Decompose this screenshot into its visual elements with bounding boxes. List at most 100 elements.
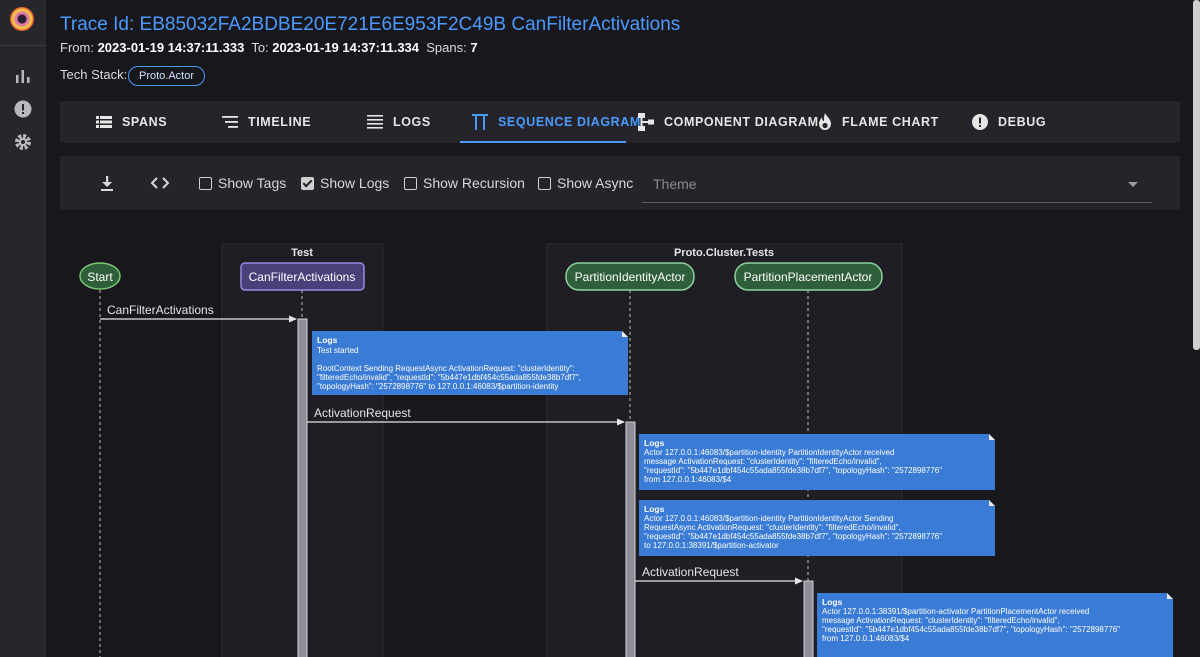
tab-sequence-diagram[interactable]: SEQUENCE DIAGRAM xyxy=(472,101,641,143)
note-line: to 127.0.0.1:38391/$partition-activator xyxy=(644,541,779,550)
checkbox-box xyxy=(538,176,551,190)
activation-bar xyxy=(625,421,636,657)
tab-logs[interactable]: LOGS xyxy=(367,101,431,143)
show-async-checkbox[interactable]: Show Async xyxy=(538,175,633,191)
participant-partitionplacementactor[interactable]: PartitionPlacementActor xyxy=(734,262,883,291)
note-line: "topologyHash": "2572898776" to 127.0.0.… xyxy=(317,382,558,391)
tab-bar: SPANS TIMELINE LOGS SEQUENCE DIAGRAM COM… xyxy=(60,101,1180,143)
checkbox-label: Show Tags xyxy=(218,175,287,191)
show-logs-checkbox[interactable]: Show Logs xyxy=(301,175,389,191)
tab-component-diagram[interactable]: COMPONENT DIAGRAM xyxy=(638,101,819,143)
participant-label: PartitionIdentityActor xyxy=(575,270,686,284)
show-tags-checkbox[interactable]: Show Tags xyxy=(199,175,286,191)
theme-placeholder: Theme xyxy=(653,176,697,192)
group-label: Test xyxy=(291,247,313,259)
show-recursion-checkbox[interactable]: Show Recursion xyxy=(404,175,525,191)
chevron-down-icon xyxy=(1128,182,1138,187)
note-line: "requestId": "5b447e1dbf454c55ada855fde3… xyxy=(644,466,942,475)
tab-label: SPANS xyxy=(122,115,168,129)
log-note: Logs Test started RootContext Sending Re… xyxy=(312,331,628,395)
tab-flame-chart[interactable]: FLAME CHART xyxy=(818,101,939,143)
download-icon[interactable] xyxy=(96,172,118,194)
log-note: Logs Actor 127.0.0.1:46083/$partition-id… xyxy=(639,434,995,490)
to-value: 2023-01-19 14:37:11.334 xyxy=(272,40,420,55)
message-label: ActivationRequest xyxy=(642,565,739,579)
tech-stack-label: Tech Stack: xyxy=(60,67,128,82)
spans-label: Spans: xyxy=(426,40,467,55)
tab-label: FLAME CHART xyxy=(842,115,939,129)
logs-icon xyxy=(367,115,383,129)
list-icon xyxy=(96,116,112,128)
note-title: Logs xyxy=(644,504,665,514)
participant-partitionidentityactor[interactable]: PartitionIdentityActor xyxy=(565,262,695,291)
log-note: Logs Actor 127.0.0.1:38391/$partition-ac… xyxy=(817,593,1173,657)
participant-start[interactable]: Start xyxy=(79,262,121,290)
checkbox-label: Show Logs xyxy=(320,175,390,191)
debug-alert-icon xyxy=(972,114,988,130)
sequence-diagram: Test Proto.Cluster.Tests Start CanFilter… xyxy=(79,243,1173,657)
tab-label: COMPONENT DIAGRAM xyxy=(664,115,819,129)
tab-label: LOGS xyxy=(393,115,431,129)
checkbox-label: Show Recursion xyxy=(423,175,525,191)
note-line: from 127.0.0.1:46083/$4 xyxy=(822,634,910,643)
note-title: Logs xyxy=(317,335,338,345)
tech-stack-chip[interactable]: Proto.Actor xyxy=(128,66,206,86)
note-line: Actor 127.0.0.1:46083/$partition-identit… xyxy=(644,448,894,457)
note-line: "requestId": "5b447e1dbf454c55ada855fde3… xyxy=(822,625,1120,634)
to-label: To: xyxy=(251,40,269,55)
from-value: 2023-01-19 14:37:11.333 xyxy=(97,40,245,55)
note-line: Actor 127.0.0.1:38391/$partition-activat… xyxy=(822,607,1089,616)
tab-label: SEQUENCE DIAGRAM xyxy=(498,115,641,129)
charts-icon[interactable] xyxy=(13,66,33,86)
participant-label: Start xyxy=(87,270,113,284)
note-line: Test started xyxy=(317,346,358,355)
alert-icon[interactable] xyxy=(13,99,33,119)
note-line: "requestId": "5b447e1dbf454c55ada855fde3… xyxy=(644,532,942,541)
sidebar-divider xyxy=(0,45,46,46)
note-line: from 127.0.0.1:46083/$4 xyxy=(644,475,732,484)
note-line: message ActivationRequest: "clusterIdent… xyxy=(644,457,882,466)
participant-canfilteractivations[interactable]: CanFilterActivations xyxy=(240,262,365,291)
note-line: message ActivationRequest: "clusterIdent… xyxy=(822,616,1060,625)
checkbox-box xyxy=(404,176,417,190)
settings-icon[interactable] xyxy=(13,132,33,152)
note-title: Logs xyxy=(822,597,843,607)
activation-bar xyxy=(803,580,814,657)
active-tab-indicator xyxy=(460,141,626,143)
checkbox-box-checked xyxy=(301,176,314,190)
main-content: Trace Id: EB85032FA2BDBE20E721E6E953F2C4… xyxy=(46,0,1200,657)
theme-select[interactable]: Theme xyxy=(642,164,1152,203)
tab-timeline[interactable]: TIMELINE xyxy=(222,101,311,143)
checkbox-box xyxy=(199,176,212,190)
page-title: Trace Id: EB85032FA2BDBE20E721E6E953F2C4… xyxy=(60,14,681,35)
flame-icon xyxy=(819,113,831,130)
tab-spans[interactable]: SPANS xyxy=(96,101,167,143)
note-line: Actor 127.0.0.1:46083/$partition-identit… xyxy=(644,514,894,523)
message-label: CanFilterActivations xyxy=(107,303,214,317)
log-note: Logs Actor 127.0.0.1:46083/$partition-id… xyxy=(639,500,995,556)
spans-value: 7 xyxy=(470,40,478,55)
app-logo-icon[interactable] xyxy=(10,7,34,31)
trace-meta: From: 2023-01-19 14:37:11.333 To: 2023-0… xyxy=(60,40,478,55)
tab-debug[interactable]: DEBUG xyxy=(972,101,1046,143)
note-line: RootContext Sending RequestAsync Activat… xyxy=(317,364,575,373)
timeline-icon xyxy=(222,116,238,128)
group-label: Proto.Cluster.Tests xyxy=(674,247,774,259)
page-scrollbar[interactable] xyxy=(1193,0,1200,350)
participant-label: CanFilterActivations xyxy=(249,270,356,284)
sidebar xyxy=(0,0,46,657)
note-title: Logs xyxy=(644,438,665,448)
note-line: "filteredEcho/invalid", "requestId": "5b… xyxy=(317,373,581,382)
tab-label: DEBUG xyxy=(998,115,1047,129)
note-line: RequestAsync ActivationRequest: "cluster… xyxy=(644,523,901,532)
code-icon[interactable] xyxy=(149,172,171,194)
diagram-toolbar: Show Tags Show Logs Show Recursion Show … xyxy=(60,156,1180,210)
tab-label: TIMELINE xyxy=(248,115,312,129)
checkbox-label: Show Async xyxy=(557,175,634,191)
from-label: From: xyxy=(60,40,94,55)
sequence-diagram-icon xyxy=(472,114,488,130)
message-label: ActivationRequest xyxy=(314,406,411,420)
activation-bar xyxy=(297,318,308,657)
component-diagram-icon xyxy=(638,113,654,131)
participant-label: PartitionPlacementActor xyxy=(744,270,873,284)
